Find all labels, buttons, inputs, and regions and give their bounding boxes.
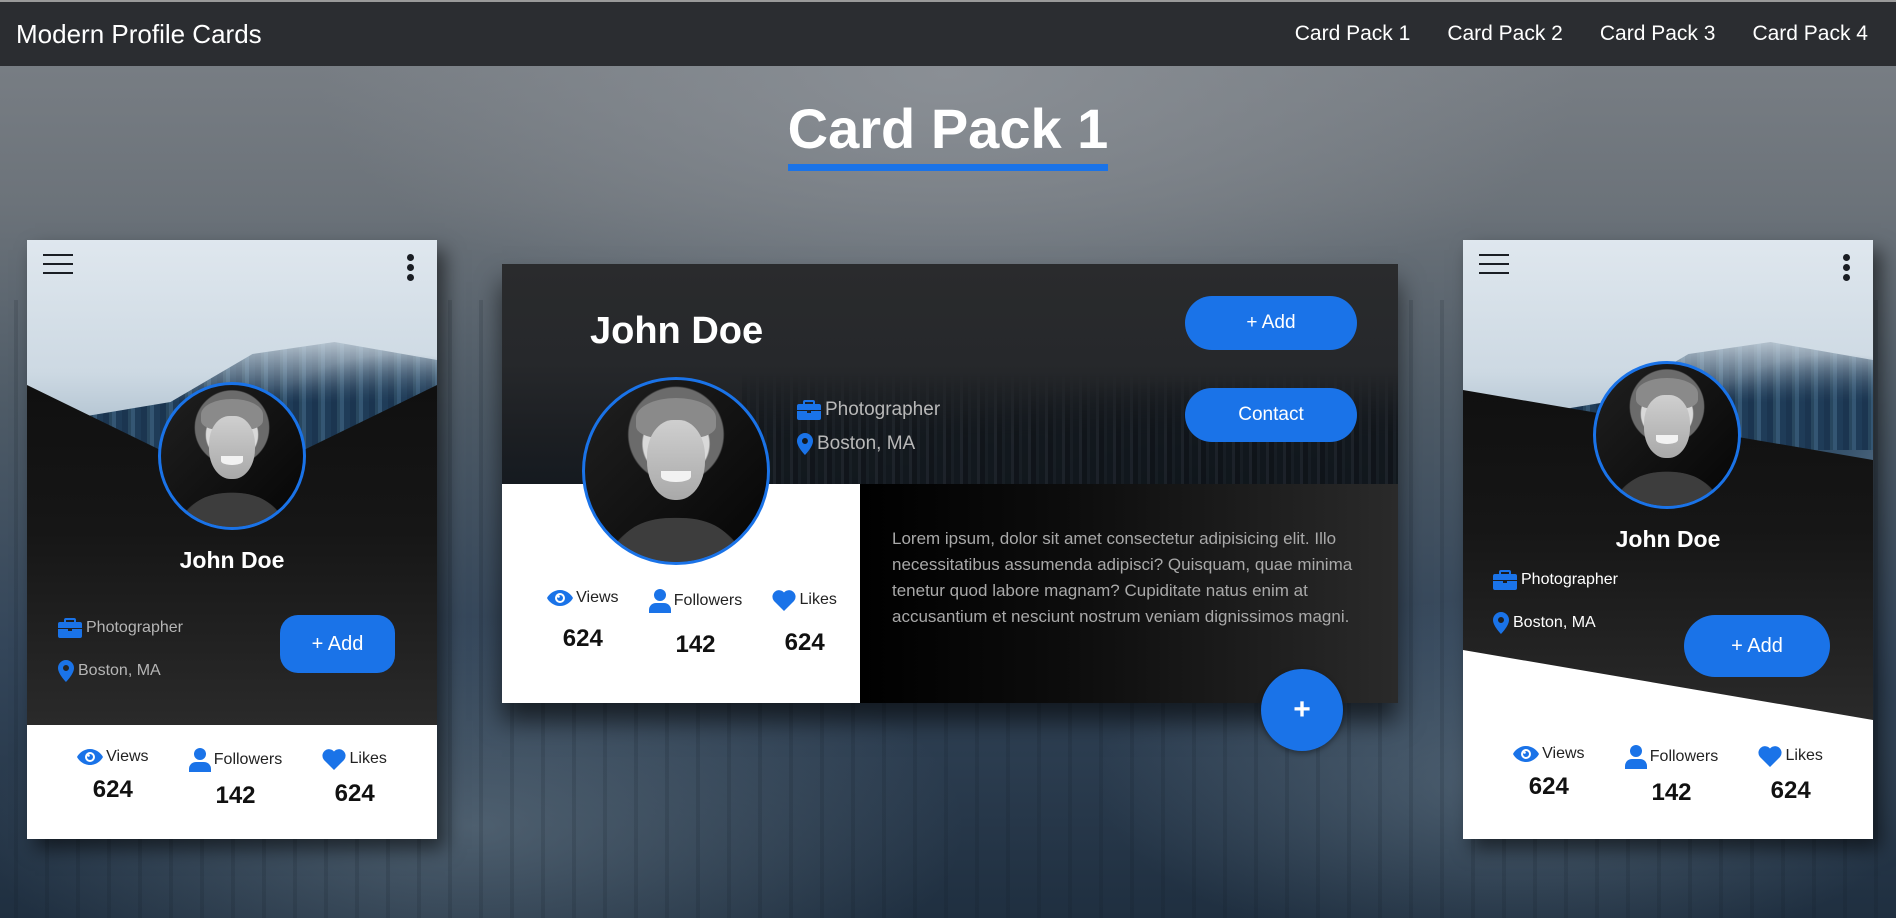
location-line: Boston, MA — [1493, 612, 1596, 634]
nav-link-card-pack-2[interactable]: Card Pack 2 — [1447, 22, 1563, 46]
job-line: Photographer — [1493, 570, 1618, 590]
kebab-menu-icon[interactable] — [407, 254, 415, 284]
profile-card-left: John Doe Photographer Boston, MA + Add V… — [27, 240, 437, 839]
profile-name: John Doe — [1615, 526, 1721, 552]
job-line: Photographer — [58, 618, 183, 638]
profile-card-right: John Doe Photographer Boston, MA + Add V… — [1463, 240, 1873, 839]
briefcase-icon — [58, 618, 82, 638]
user-icon — [1625, 745, 1647, 769]
briefcase-icon — [1493, 570, 1517, 590]
nav-link-card-pack-4[interactable]: Card Pack 4 — [1752, 22, 1868, 46]
user-icon — [189, 748, 211, 772]
job-title: Photographer — [86, 619, 183, 636]
stat-value: 624 — [562, 625, 603, 652]
stat-label: Followers — [673, 592, 743, 609]
map-pin-icon — [1493, 612, 1509, 634]
avatar — [1593, 361, 1741, 509]
stat-value: 142 — [215, 782, 256, 809]
add-button[interactable]: + Add — [1185, 296, 1357, 350]
stat-value: 624 — [334, 780, 375, 807]
user-icon — [649, 589, 671, 613]
avatar — [158, 382, 306, 530]
add-button[interactable]: + Add — [280, 615, 395, 673]
eye-icon — [547, 590, 573, 606]
eye-icon — [77, 749, 103, 765]
job-line: Photographer — [797, 399, 940, 421]
stat-value: 624 — [1770, 777, 1811, 804]
stat-value: 142 — [675, 631, 716, 658]
fab-add-button[interactable]: + — [1261, 669, 1343, 751]
profile-card-wide: Lorem ipsum, dolor sit amet consectetur … — [502, 264, 1398, 751]
section-title: Card Pack 1 — [787, 96, 1109, 171]
job-title: Photographer — [825, 399, 941, 420]
stat-views: Views 624 — [1513, 745, 1585, 807]
hamburger-menu-icon[interactable] — [1479, 254, 1509, 276]
map-pin-icon — [58, 660, 74, 682]
stat-label: Likes — [1785, 747, 1823, 764]
stat-label: Likes — [799, 591, 837, 608]
location-text: Boston, MA — [1513, 614, 1596, 631]
stat-likes: Likes 624 — [1758, 745, 1823, 807]
stat-value: 624 — [784, 629, 825, 656]
stat-label: Views — [106, 748, 149, 765]
stat-value: 624 — [1528, 773, 1569, 800]
brand-title[interactable]: Modern Profile Cards — [16, 19, 262, 50]
map-pin-icon — [797, 433, 813, 455]
stat-views: Views 624 — [547, 589, 619, 659]
location-line: Boston, MA — [58, 660, 161, 682]
stat-label: Views — [576, 589, 619, 606]
add-button[interactable]: + Add — [1684, 615, 1830, 677]
job-title: Photographer — [1521, 571, 1618, 588]
section-header: Card Pack 1 — [0, 96, 1896, 171]
heart-icon — [322, 748, 346, 770]
avatar — [582, 377, 770, 565]
profile-name: John Doe — [590, 310, 764, 352]
stat-likes: Likes 624 — [322, 748, 387, 810]
nav-links: Card Pack 1 Card Pack 2 Card Pack 3 Card… — [1295, 22, 1880, 46]
stat-label: Followers — [213, 751, 283, 768]
stats-row: Views 624 Followers 142 Likes 624 — [1493, 745, 1843, 807]
stat-label: Views — [1542, 745, 1585, 762]
heart-icon — [772, 589, 796, 611]
bio-panel: Lorem ipsum, dolor sit amet consectetur … — [860, 484, 1398, 703]
stat-label: Followers — [1649, 748, 1719, 765]
kebab-menu-icon[interactable] — [1843, 254, 1851, 284]
stat-views: Views 624 — [77, 748, 149, 810]
stats-row: Views 624 Followers 142 Likes 624 — [532, 589, 852, 659]
nav-link-card-pack-1[interactable]: Card Pack 1 — [1295, 22, 1411, 46]
eye-icon — [1513, 746, 1539, 762]
stat-followers: Followers 142 — [1625, 745, 1718, 807]
stat-value: 624 — [92, 776, 133, 803]
navbar: Modern Profile Cards Card Pack 1 Card Pa… — [0, 0, 1896, 66]
stat-value: 142 — [1651, 779, 1692, 806]
stat-likes: Likes 624 — [772, 589, 837, 659]
contact-button[interactable]: Contact — [1185, 388, 1357, 442]
profile-name: John Doe — [179, 547, 285, 573]
location-line: Boston, MA — [797, 433, 915, 455]
hamburger-menu-icon[interactable] — [43, 254, 73, 276]
stats-row: Views 624 Followers 142 Likes 624 — [57, 748, 407, 810]
bio-text: Lorem ipsum, dolor sit amet consectetur … — [892, 529, 1353, 626]
stat-followers: Followers 142 — [649, 589, 742, 659]
heart-icon — [1758, 745, 1782, 767]
briefcase-icon — [797, 400, 821, 420]
location-text: Boston, MA — [817, 433, 916, 454]
location-text: Boston, MA — [78, 662, 161, 679]
nav-link-card-pack-3[interactable]: Card Pack 3 — [1600, 22, 1716, 46]
stat-label: Likes — [349, 750, 387, 767]
stat-followers: Followers 142 — [189, 748, 282, 810]
